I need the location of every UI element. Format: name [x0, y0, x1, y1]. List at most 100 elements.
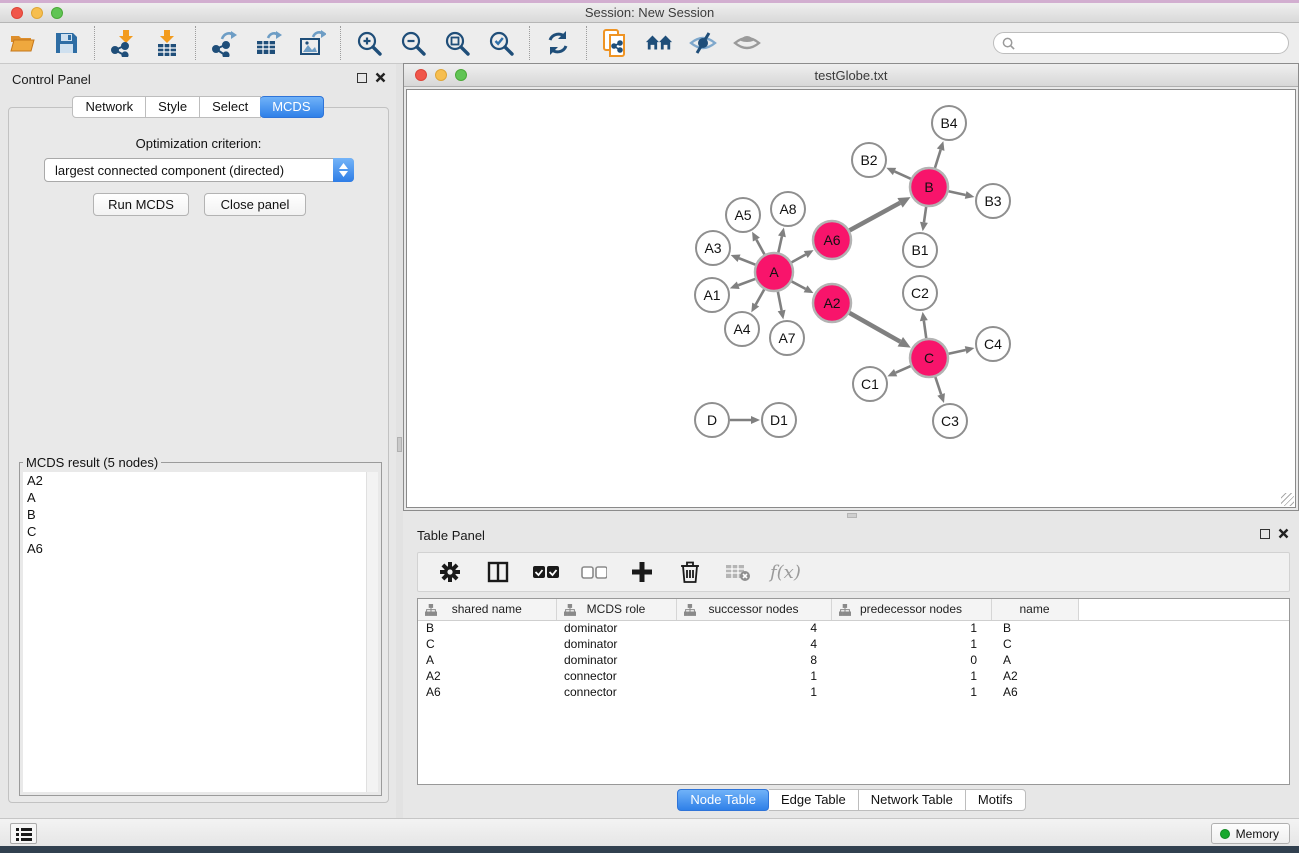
- export-network-button[interactable]: [210, 29, 238, 57]
- table-cell[interactable]: A6: [418, 684, 556, 700]
- zoom-selected-button[interactable]: [487, 29, 515, 57]
- close-table-panel-icon[interactable]: [1278, 528, 1289, 539]
- import-table-button[interactable]: [153, 29, 181, 57]
- tab-motifs[interactable]: Motifs: [966, 789, 1026, 811]
- column-header-mcds-role[interactable]: MCDS role: [556, 599, 676, 620]
- select-all-rows-button[interactable]: [532, 558, 560, 586]
- graph-edge[interactable]: [778, 292, 782, 311]
- add-column-button[interactable]: [628, 558, 656, 586]
- result-scrollbar[interactable]: [366, 472, 378, 792]
- table-cell[interactable]: A6: [991, 684, 1078, 700]
- result-list-item[interactable]: A6: [23, 540, 378, 557]
- graph-edge[interactable]: [756, 240, 764, 255]
- search-field[interactable]: [993, 32, 1289, 54]
- tab-style[interactable]: Style: [146, 96, 200, 118]
- graph-edge[interactable]: [895, 171, 911, 178]
- table-cell[interactable]: 4: [676, 620, 831, 636]
- table-cell[interactable]: A: [991, 652, 1078, 668]
- graph-edge[interactable]: [896, 366, 911, 373]
- result-list-item[interactable]: A: [23, 489, 378, 506]
- refresh-layout-button[interactable]: [544, 29, 572, 57]
- table-cell[interactable]: C: [991, 636, 1078, 652]
- export-image-button[interactable]: [298, 29, 326, 57]
- table-cell[interactable]: 1: [831, 620, 991, 636]
- graph-edge[interactable]: [935, 377, 941, 394]
- network-window-titlebar[interactable]: testGlobe.txt: [404, 64, 1298, 87]
- first-neighbors-button[interactable]: [645, 29, 673, 57]
- graph-edge[interactable]: [849, 313, 900, 342]
- network-canvas[interactable]: B4B2BB3A8A5A6A3B1AC2A1A2A4A7C4CC1C3DD1: [406, 89, 1296, 508]
- graph-edge[interactable]: [924, 207, 926, 222]
- table-cell[interactable]: 8: [676, 652, 831, 668]
- table-cell[interactable]: A2: [991, 668, 1078, 684]
- table-cell[interactable]: 1: [831, 684, 991, 700]
- table-row[interactable]: A6connector11A6: [418, 684, 1289, 700]
- panel-divider-handle[interactable]: [397, 437, 402, 452]
- close-panel-button[interactable]: Close panel: [204, 193, 306, 216]
- graph-edge[interactable]: [739, 258, 755, 264]
- table-cell[interactable]: A2: [418, 668, 556, 684]
- table-cell[interactable]: C: [418, 636, 556, 652]
- table-cell[interactable]: 1: [831, 636, 991, 652]
- tab-node-table[interactable]: Node Table: [677, 789, 769, 811]
- run-mcds-button[interactable]: Run MCDS: [93, 193, 189, 216]
- export-table-button[interactable]: [254, 29, 282, 57]
- table-cell[interactable]: dominator: [556, 652, 676, 668]
- table-cell[interactable]: connector: [556, 684, 676, 700]
- delete-columns-button[interactable]: [676, 558, 704, 586]
- search-input[interactable]: [1020, 36, 1280, 50]
- table-cell[interactable]: B: [991, 620, 1078, 636]
- result-list-item[interactable]: C: [23, 523, 378, 540]
- tab-mcds[interactable]: MCDS: [260, 96, 323, 118]
- network-graph[interactable]: B4B2BB3A8A5A6A3B1AC2A1A2A4A7C4CC1C3DD1: [407, 90, 1297, 510]
- graph-edge[interactable]: [792, 281, 806, 288]
- zoom-out-button[interactable]: [399, 29, 427, 57]
- table-row[interactable]: Adominator80A: [418, 652, 1289, 668]
- table-cell[interactable]: dominator: [556, 620, 676, 636]
- zoom-fit-button[interactable]: [443, 29, 471, 57]
- open-session-button[interactable]: [8, 29, 36, 57]
- table-cell[interactable]: 1: [676, 684, 831, 700]
- hide-selected-button[interactable]: [689, 29, 717, 57]
- graph-edge[interactable]: [949, 191, 966, 195]
- column-header-shared-name[interactable]: shared name: [418, 599, 556, 620]
- result-list-item[interactable]: B: [23, 506, 378, 523]
- column-header-successor-nodes[interactable]: successor nodes: [676, 599, 831, 620]
- table-row[interactable]: A2connector11A2: [418, 668, 1289, 684]
- zoom-in-button[interactable]: [355, 29, 383, 57]
- graph-edge[interactable]: [792, 254, 806, 262]
- float-table-panel-icon[interactable]: [1260, 529, 1270, 539]
- table-row[interactable]: Cdominator41C: [418, 636, 1289, 652]
- table-cell[interactable]: dominator: [556, 636, 676, 652]
- tab-network[interactable]: Network: [72, 96, 146, 118]
- apply-function-button[interactable]: f(x): [770, 562, 801, 583]
- tab-edge-table[interactable]: Edge Table: [769, 789, 859, 811]
- table-cell[interactable]: 1: [831, 668, 991, 684]
- split-panel-button[interactable]: [484, 558, 512, 586]
- graph-edge[interactable]: [778, 236, 782, 252]
- graph-edge[interactable]: [924, 321, 926, 338]
- result-list-item[interactable]: A2: [23, 472, 378, 489]
- graph-edge[interactable]: [738, 279, 755, 285]
- table-cell[interactable]: B: [418, 620, 556, 636]
- table-cell[interactable]: A: [418, 652, 556, 668]
- delete-table-button[interactable]: [724, 558, 752, 586]
- graph-edge[interactable]: [850, 203, 900, 231]
- criterion-dropdown[interactable]: largest connected component (directed): [44, 158, 354, 182]
- table-row[interactable]: Bdominator41B: [418, 620, 1289, 636]
- show-panels-button[interactable]: [10, 823, 37, 844]
- memory-button[interactable]: Memory: [1211, 823, 1290, 844]
- graph-edge[interactable]: [949, 350, 966, 354]
- table-cell[interactable]: connector: [556, 668, 676, 684]
- horizontal-divider-handle[interactable]: [847, 513, 857, 518]
- column-header-name[interactable]: name: [991, 599, 1078, 620]
- deselect-all-rows-button[interactable]: [580, 558, 608, 586]
- import-network-button[interactable]: [109, 29, 137, 57]
- table-cell[interactable]: 1: [676, 668, 831, 684]
- close-panel-icon[interactable]: [375, 72, 386, 83]
- mcds-result-list[interactable]: A2ABCA6: [23, 472, 378, 792]
- save-session-button[interactable]: [52, 29, 80, 57]
- clone-network-button[interactable]: [601, 29, 629, 57]
- float-panel-icon[interactable]: [357, 73, 367, 83]
- column-header-predecessor-nodes[interactable]: predecessor nodes: [831, 599, 991, 620]
